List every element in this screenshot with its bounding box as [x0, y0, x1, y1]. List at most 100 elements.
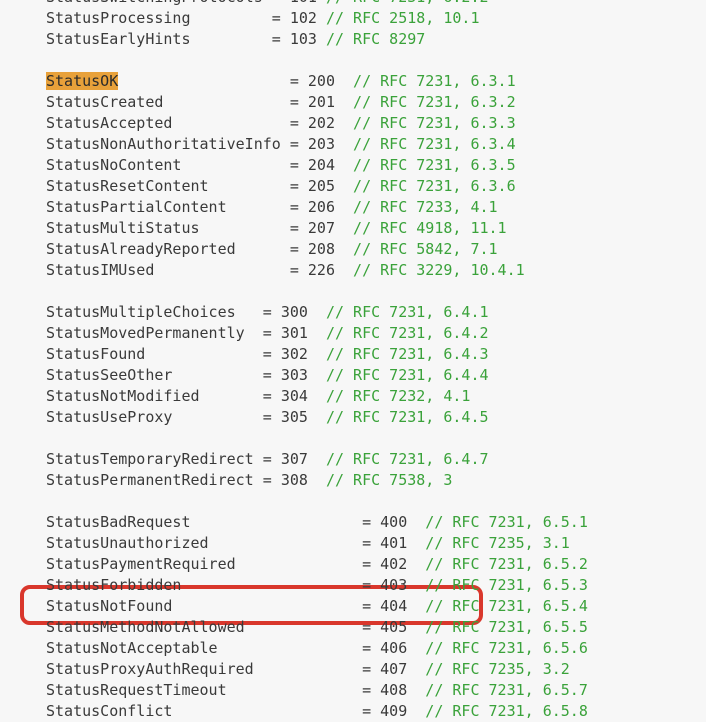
padding [181, 576, 362, 594]
equals-sign: = [362, 660, 380, 678]
code-line [46, 281, 706, 302]
equals-sign: = [362, 513, 380, 531]
rfc-comment: // RFC 7231, 6.4.4 [317, 366, 489, 384]
status-constant-name: StatusNonAuthoritativeInfo [46, 135, 281, 153]
code-line: StatusNotAcceptable = 406 // RFC 7231, 6… [46, 638, 706, 659]
status-constant-name: StatusUseProxy [46, 408, 172, 426]
equals-sign: = [290, 72, 308, 90]
code-line: StatusEarlyHints = 103 // RFC 8297 [46, 29, 706, 50]
status-code-value: 200 [308, 72, 335, 90]
code-line [46, 50, 706, 71]
status-constant-name: StatusNotFound [46, 597, 172, 615]
equals-sign: = [290, 135, 308, 153]
equals-sign: = [263, 366, 281, 384]
status-code-value: 101 [290, 0, 317, 6]
status-constant-name: StatusPaymentRequired [46, 555, 236, 573]
equals-sign: = [263, 324, 281, 342]
code-line: StatusMultiStatus = 207 // RFC 4918, 11.… [46, 218, 706, 239]
padding [154, 261, 289, 279]
status-code-value: 300 [281, 303, 308, 321]
equals-sign: = [290, 177, 308, 195]
padding [245, 618, 362, 636]
status-constant-name: StatusNotModified [46, 387, 200, 405]
status-constant-name: StatusPermanentRedirect [46, 471, 254, 489]
code-line: StatusProcessing = 102 // RFC 2518, 10.1 [46, 8, 706, 29]
equals-sign: = [263, 471, 281, 489]
status-code-value: 206 [308, 198, 335, 216]
status-constant-name: StatusTemporaryRedirect [46, 450, 254, 468]
padding [254, 471, 263, 489]
rfc-comment: // RFC 7231, 6.3.1 [344, 72, 516, 90]
equals-sign: = [263, 345, 281, 363]
status-constant-name: StatusAlreadyReported [46, 240, 236, 258]
rfc-comment: // RFC 7231, 6.4.2 [317, 324, 489, 342]
equals-sign: = [263, 387, 281, 405]
status-code-value: 202 [308, 114, 335, 132]
padding [118, 72, 290, 90]
padding [191, 513, 363, 531]
padding [172, 366, 262, 384]
rfc-comment: // RFC 7231, 6.4.3 [317, 345, 489, 363]
status-constant-name: StatusResetContent [46, 177, 209, 195]
code-line: StatusPermanentRedirect = 308 // RFC 753… [46, 470, 706, 491]
equals-sign: = [272, 30, 290, 48]
rfc-comment: // RFC 7231, 6.5.5 [416, 618, 588, 636]
rfc-comment: // RFC 7231, 6.5.7 [416, 681, 588, 699]
rfc-comment: // RFC 7538, 3 [317, 471, 452, 489]
code-line: StatusNonAuthoritativeInfo = 203 // RFC … [46, 134, 706, 155]
status-code-value: 308 [281, 471, 308, 489]
rfc-comment: // RFC 7231, 6.4.7 [317, 450, 489, 468]
rfc-comment: // RFC 5842, 7.1 [344, 240, 498, 258]
rfc-comment: // RFC 7231, 6.3.4 [344, 135, 516, 153]
status-code-value: 103 [290, 30, 317, 48]
status-code-value: 405 [380, 618, 407, 636]
status-constant-name: StatusMultiStatus [46, 219, 200, 237]
status-constant-name: StatusOK [46, 72, 118, 90]
status-code-value: 302 [281, 345, 308, 363]
code-line: StatusConflict = 409 // RFC 7231, 6.5.8 [46, 701, 706, 722]
padding [163, 93, 289, 111]
equals-sign: = [290, 93, 308, 111]
status-constant-name: StatusMethodNotAllowed [46, 618, 245, 636]
code-line: StatusMethodNotAllowed = 405 // RFC 7231… [46, 617, 706, 638]
padding [209, 177, 290, 195]
equals-sign: = [362, 639, 380, 657]
padding [191, 30, 272, 48]
status-constant-name: StatusPartialContent [46, 198, 227, 216]
status-code-value: 402 [380, 555, 407, 573]
rfc-comment: // RFC 7231, 6.2.2 [326, 0, 489, 6]
status-constant-name: StatusEarlyHints [46, 30, 191, 48]
status-code-value: 403 [380, 576, 407, 594]
padding [145, 345, 262, 363]
rfc-comment: // RFC 7231, 6.4.5 [317, 408, 489, 426]
equals-sign: = [263, 303, 281, 321]
status-code-value: 400 [380, 513, 407, 531]
padding [172, 408, 262, 426]
padding [254, 660, 362, 678]
padding [245, 324, 263, 342]
code-line: StatusFound = 302 // RFC 7231, 6.4.3 [46, 344, 706, 365]
code-line [46, 428, 706, 449]
status-constant-name: StatusNotAcceptable [46, 639, 218, 657]
code-line: StatusUseProxy = 305 // RFC 7231, 6.4.5 [46, 407, 706, 428]
padding [200, 219, 290, 237]
status-constant-name: StatusProxyAuthRequired [46, 660, 254, 678]
code-line: StatusNotModified = 304 // RFC 7232, 4.1 [46, 386, 706, 407]
equals-sign: = [272, 9, 290, 27]
status-code-value: 409 [380, 702, 407, 720]
equals-sign: = [362, 618, 380, 636]
padding [263, 0, 272, 6]
rfc-comment: // RFC 7231, 6.5.6 [416, 639, 588, 657]
rfc-comment: // RFC 2518, 10.1 [326, 9, 480, 27]
equals-sign: = [362, 576, 380, 594]
padding [281, 135, 290, 153]
status-code-value: 304 [281, 387, 308, 405]
equals-sign: = [362, 555, 380, 573]
padding [227, 681, 362, 699]
code-line: StatusProxyAuthRequired = 407 // RFC 723… [46, 659, 706, 680]
status-constant-name: StatusIMUsed [46, 261, 154, 279]
rfc-comment: // RFC 8297 [326, 30, 425, 48]
status-code-value: 301 [281, 324, 308, 342]
code-line: StatusRequestTimeout = 408 // RFC 7231, … [46, 680, 706, 701]
status-code-value: 401 [380, 534, 407, 552]
